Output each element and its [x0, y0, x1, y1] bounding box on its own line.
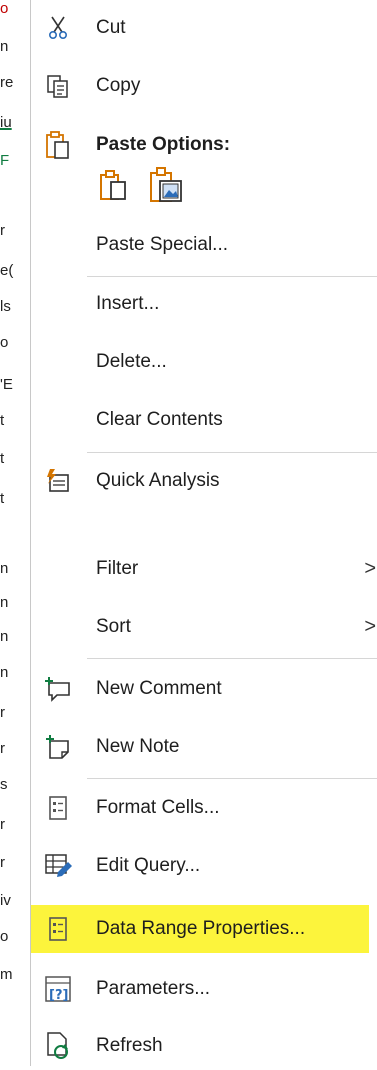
- chevron-right-icon: >: [364, 615, 376, 638]
- refresh-icon: [43, 1031, 73, 1061]
- svg-text:[?]: [?]: [49, 988, 68, 1003]
- cell-fragment: r: [0, 222, 5, 239]
- menu-item-label: New Comment: [96, 678, 222, 699]
- cell-fragment: ls: [0, 298, 11, 315]
- menu-item-filter[interactable]: Filter >: [31, 545, 377, 593]
- menu-item-label: Data Range Properties...: [96, 918, 306, 939]
- cell-fragment: n: [0, 38, 9, 55]
- menu-item-parameters[interactable]: [?] Parameters...: [31, 965, 377, 1013]
- menu-item-new-comment[interactable]: New Comment: [31, 665, 377, 713]
- menu-item-copy[interactable]: Copy: [31, 62, 377, 110]
- cell-fragment: iu: [0, 114, 12, 131]
- cell-fragment: o: [0, 0, 9, 17]
- menu-item-label: Delete...: [96, 351, 167, 372]
- menu-item-data-range-properties[interactable]: Data Range Properties...: [31, 905, 377, 953]
- menu-item-label: Copy: [96, 75, 141, 96]
- cell-fragment: n: [0, 628, 9, 645]
- menu-item-label: Sort: [96, 616, 131, 637]
- cell-fragment: t: [0, 412, 5, 429]
- menu-item-cut[interactable]: Cut: [31, 4, 377, 52]
- paste-options-row: [91, 162, 211, 208]
- paste-options-label: Paste Options:: [96, 134, 231, 155]
- menu-item-format-cells[interactable]: Format Cells...: [31, 784, 377, 832]
- new-note-icon: [43, 732, 73, 762]
- menu-item-edit-query[interactable]: Edit Query...: [31, 842, 377, 890]
- paste-keep-source-icon[interactable]: [97, 168, 131, 202]
- menu-item-label: Quick Analysis: [96, 470, 220, 491]
- worksheet-strip: o n re iu F r e( ls o 'E t t t n n n n r…: [0, 0, 30, 1066]
- menu-separator: [87, 778, 377, 779]
- menu-item-refresh[interactable]: Refresh: [31, 1022, 377, 1070]
- menu-separator: [87, 276, 377, 277]
- menu-item-label: Edit Query...: [96, 855, 201, 876]
- format-cells-icon: [43, 793, 73, 823]
- cell-fragment: r: [0, 854, 5, 871]
- paste-picture-icon[interactable]: [147, 166, 185, 204]
- context-menu: Cut Copy Paste Options: Paste Special...…: [30, 0, 377, 1066]
- cell-fragment: F: [0, 152, 10, 169]
- menu-item-sort[interactable]: Sort >: [31, 603, 377, 651]
- cell-fragment: re: [0, 74, 14, 91]
- menu-item-insert[interactable]: Insert...: [31, 280, 377, 328]
- menu-item-label: Parameters...: [96, 978, 211, 999]
- menu-item-clear-contents[interactable]: Clear Contents: [31, 396, 377, 444]
- cell-fragment: m: [0, 966, 13, 983]
- cell-fragment: r: [0, 704, 5, 721]
- data-range-properties-icon: [43, 914, 73, 944]
- cell-fragment: 'E: [0, 376, 13, 393]
- menu-item-label: New Note: [96, 736, 180, 757]
- cell-fragment: iv: [0, 892, 11, 909]
- menu-item-label: Insert...: [96, 293, 160, 314]
- menu-item-label: Clear Contents: [96, 409, 223, 430]
- cell-fragment: r: [0, 740, 5, 757]
- menu-item-label: Paste Special...: [96, 234, 229, 255]
- menu-item-label: Cut: [96, 17, 126, 38]
- menu-separator: [87, 452, 377, 453]
- scissors-icon: [43, 13, 73, 43]
- cell-fragment: t: [0, 490, 5, 507]
- menu-item-delete[interactable]: Delete...: [31, 338, 377, 386]
- quick-analysis-icon: [43, 466, 73, 496]
- cell-fragment: o: [0, 928, 9, 945]
- cell-fragment: n: [0, 560, 9, 577]
- menu-item-label: Filter: [96, 558, 139, 579]
- menu-separator: [87, 658, 377, 659]
- edit-query-icon: [43, 851, 73, 881]
- copy-icon: [43, 71, 73, 101]
- new-comment-icon: [43, 674, 73, 704]
- clipboard-icon: [43, 130, 73, 160]
- chevron-right-icon: >: [364, 557, 376, 580]
- menu-item-quick-analysis[interactable]: Quick Analysis: [31, 457, 377, 505]
- parameters-icon: [?]: [43, 974, 73, 1004]
- menu-item-label: Refresh: [96, 1035, 163, 1056]
- menu-item-new-note[interactable]: New Note: [31, 723, 377, 771]
- menu-item-label: Format Cells...: [96, 797, 220, 818]
- cell-fragment: n: [0, 664, 9, 681]
- cell-fragment: o: [0, 334, 9, 351]
- cell-fragment: s: [0, 776, 8, 793]
- cell-fragment: e(: [0, 262, 14, 279]
- cell-fragment: n: [0, 594, 9, 611]
- menu-item-paste-special[interactable]: Paste Special...: [31, 221, 377, 269]
- cell-fragment: t: [0, 450, 5, 467]
- cell-fragment: r: [0, 816, 5, 833]
